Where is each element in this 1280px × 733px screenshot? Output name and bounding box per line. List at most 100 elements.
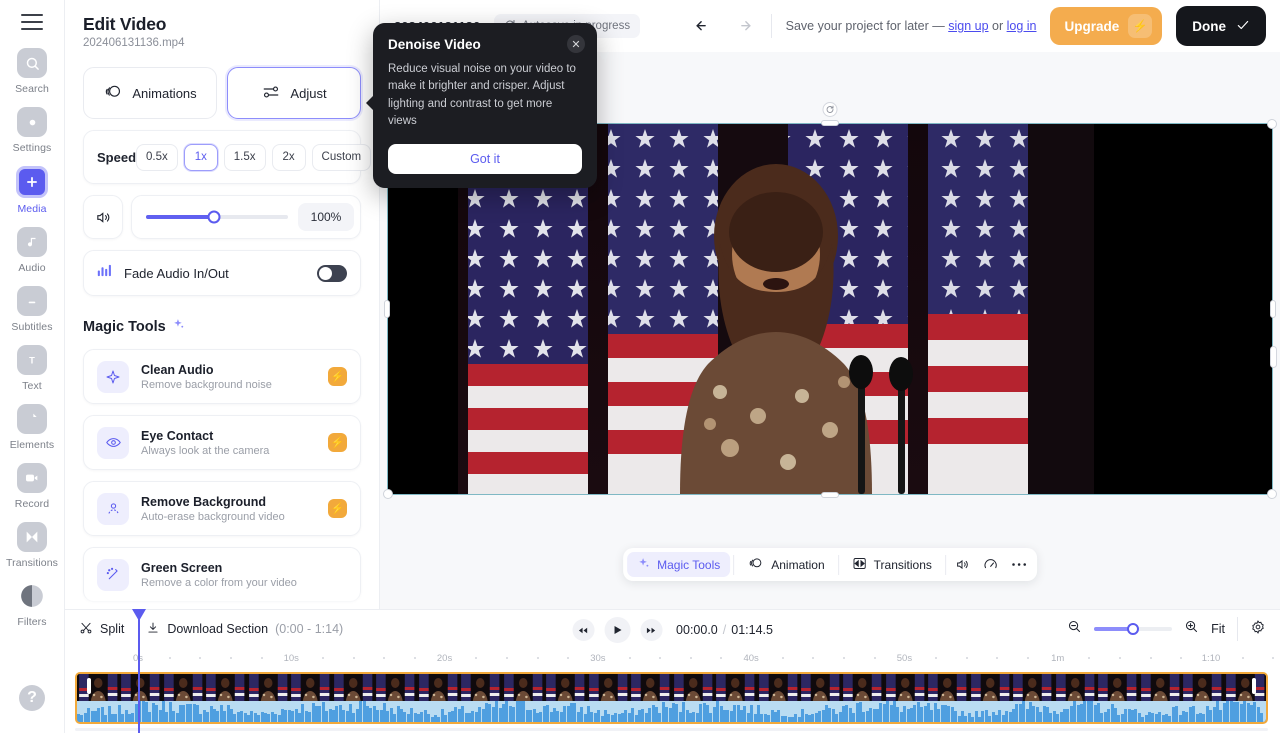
gear-icon[interactable] [1250, 619, 1266, 640]
fade-audio-toggle[interactable] [317, 265, 347, 282]
resize-handle-bottom[interactable] [821, 492, 839, 498]
play-button[interactable] [604, 617, 630, 643]
clip-thumbnail [502, 674, 544, 701]
bolt-badge-icon: ⚡ [328, 499, 347, 518]
speed-option-2[interactable]: 1.5x [224, 144, 266, 171]
help-icon[interactable]: ? [19, 685, 45, 711]
svg-text:T: T [29, 355, 35, 365]
vt-magic-tools[interactable]: Magic Tools [627, 552, 730, 577]
popover-arrow [366, 95, 374, 111]
zoom-in-icon[interactable] [1184, 619, 1199, 639]
log-in-link[interactable]: log in [1007, 19, 1037, 33]
volume-slider-knob[interactable] [208, 211, 221, 224]
speed-option-4[interactable]: Custom [312, 144, 372, 171]
sidebar-item-subtitles[interactable]: Subtitles [0, 286, 65, 333]
toolbar-divider [733, 555, 734, 575]
ruler-minor-tick [567, 657, 569, 659]
resize-handle-top[interactable] [821, 120, 839, 126]
undo-icon[interactable] [691, 13, 717, 39]
denoise-video-popover: Denoise Video ✕ Reduce visual noise on y… [373, 23, 597, 188]
bolt-badge-icon: ⚡ [328, 433, 347, 452]
clip-thumbnail [969, 674, 1011, 701]
fade-audio-row: Fade Audio In/Out [83, 250, 361, 296]
sidebar-item-elements[interactable]: Elements [0, 404, 65, 451]
sidebar-item-settings[interactable]: Settings [0, 107, 65, 154]
tool-eye-contact[interactable]: Eye Contact Always look at the camera ⚡ [83, 415, 361, 470]
volume-icon[interactable] [949, 552, 977, 577]
ruler-minor-tick [1150, 657, 1152, 659]
sparkle-icon [172, 318, 185, 336]
sidebar-label: Filters [17, 616, 46, 628]
clip-thumbnail [1011, 674, 1053, 701]
bolt-icon: ⚡ [1128, 14, 1152, 38]
clip-trim-left[interactable] [87, 678, 91, 694]
playhead[interactable] [138, 610, 140, 733]
sidebar-item-transitions[interactable]: Transitions [0, 522, 65, 569]
resize-handle-tr[interactable] [1267, 119, 1277, 129]
clip-thumbnail [417, 674, 459, 701]
speed-option-1[interactable]: 1x [184, 144, 218, 171]
tool-name: Eye Contact [141, 429, 269, 443]
sidebar-item-audio[interactable]: Audio [0, 227, 65, 274]
clip-thumbnail [841, 674, 883, 701]
speed-option-3[interactable]: 2x [272, 144, 306, 171]
skip-forward-button[interactable] [640, 619, 662, 641]
resize-handle-right[interactable] [1270, 300, 1276, 318]
clip-thumbnail [587, 674, 629, 701]
sidebar-item-text[interactable]: T Text [0, 345, 65, 392]
upgrade-button[interactable]: Upgrade ⚡ [1050, 7, 1162, 45]
tab-adjust[interactable]: Adjust [227, 67, 361, 119]
zoom-slider[interactable] [1094, 627, 1172, 631]
vt-transitions[interactable]: Transitions [842, 552, 942, 577]
canvas-right-handle[interactable] [1270, 346, 1277, 368]
timeline-zoom-controls: Fit [1067, 617, 1266, 641]
resize-handle-br[interactable] [1267, 489, 1277, 499]
speed-icon[interactable] [977, 552, 1005, 577]
rotate-handle[interactable] [823, 102, 838, 117]
skip-backward-button[interactable] [572, 619, 594, 641]
sidebar-label: Record [15, 498, 49, 510]
volume-slider[interactable] [146, 215, 288, 219]
sidebar-item-media[interactable]: Media [0, 166, 65, 215]
clip-thumbnail [1181, 674, 1223, 701]
sidebar-label: Subtitles [11, 321, 52, 333]
tab-animations[interactable]: Animations [83, 67, 217, 119]
tab-label: Animations [132, 86, 196, 101]
redo-icon[interactable] [731, 13, 757, 39]
tool-remove-background[interactable]: Remove Background Auto-erase background … [83, 481, 361, 536]
timeline-scrollbar[interactable] [75, 728, 1268, 731]
volume-icon[interactable] [83, 195, 123, 239]
menu-icon[interactable] [21, 14, 43, 30]
resize-handle-left[interactable] [384, 300, 390, 318]
timeline-ruler[interactable]: 0s10s20s30s40s50s1m1:10 [75, 648, 1280, 664]
ruler-minor-tick [1272, 657, 1274, 659]
close-icon[interactable]: ✕ [567, 35, 585, 53]
sidebar-item-search[interactable]: Search [0, 48, 65, 95]
clip-thumbnail [757, 674, 799, 701]
toggle-knob [319, 267, 332, 280]
vt-animation[interactable]: Animation [737, 552, 834, 577]
ruler-minor-tick [690, 657, 692, 659]
clip-trim-right[interactable] [1252, 678, 1256, 694]
magic-wand-icon [97, 559, 129, 591]
speed-option-0[interactable]: 0.5x [136, 144, 178, 171]
zoom-out-icon[interactable] [1067, 619, 1082, 639]
more-options-icon[interactable] [1005, 552, 1033, 577]
clip-thumbnail [77, 674, 119, 701]
got-it-button[interactable]: Got it [388, 144, 582, 174]
timeline-clip[interactable] [75, 672, 1268, 724]
ruler-minor-tick [261, 657, 263, 659]
ruler-minor-tick [966, 657, 968, 659]
resize-handle-bl[interactable] [383, 489, 393, 499]
sign-up-link[interactable]: sign up [948, 19, 988, 33]
sidebar-item-filters[interactable]: Filters [0, 581, 65, 628]
tool-clean-audio[interactable]: Clean Audio Remove background noise ⚡ [83, 349, 361, 404]
sidebar-item-record[interactable]: Record [0, 463, 65, 510]
download-section-button[interactable]: Download Section (0:00 - 1:14) [146, 621, 343, 638]
check-icon [1236, 18, 1250, 35]
zoom-slider-knob[interactable] [1127, 623, 1139, 635]
vt-label: Transitions [874, 558, 932, 572]
fit-button[interactable]: Fit [1211, 622, 1225, 636]
done-button[interactable]: Done [1176, 6, 1266, 46]
split-button[interactable]: Split [79, 621, 124, 638]
